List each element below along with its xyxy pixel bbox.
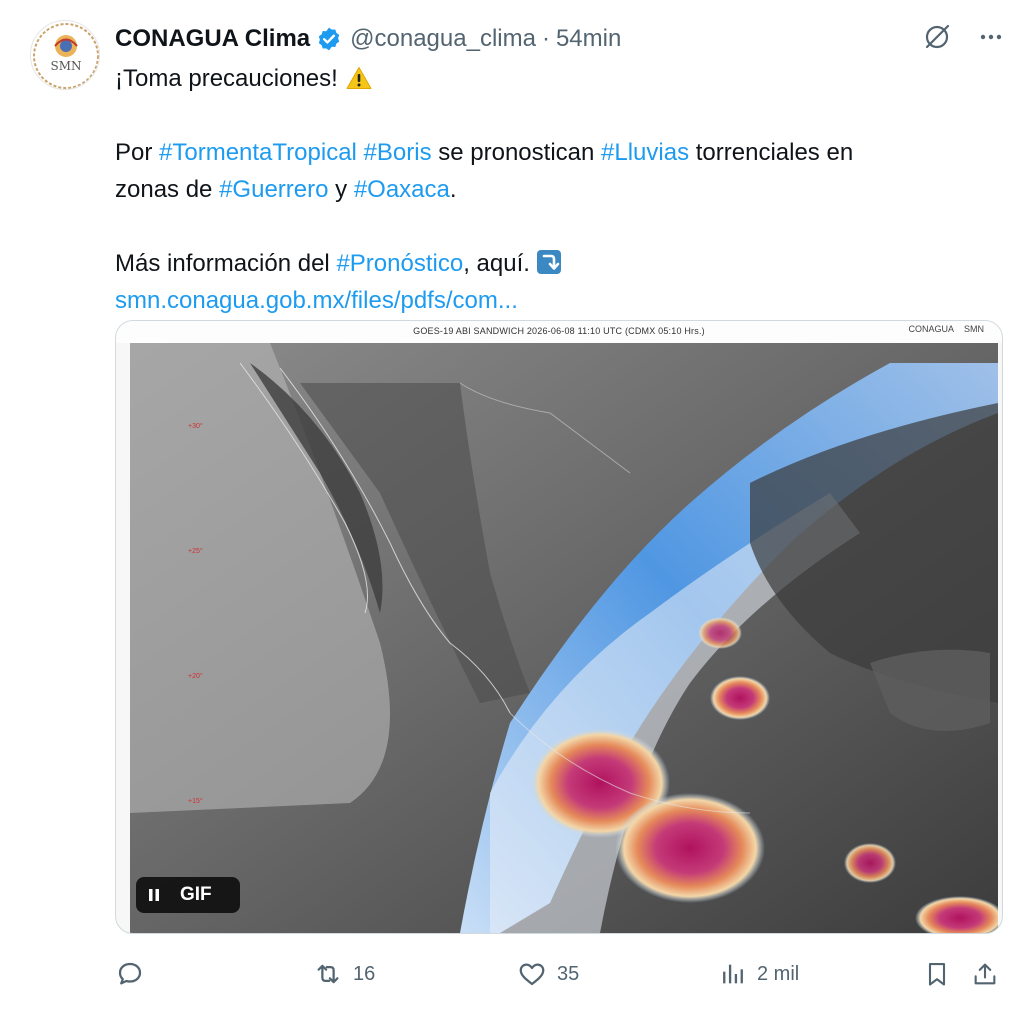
tweet-text-span: torrenciales en bbox=[689, 139, 854, 166]
tweet-line-4: Más información del #Pronóstico, aquí. bbox=[115, 245, 975, 282]
tweet-header: CONAGUA Clima @conagua_clima · 54min bbox=[115, 22, 621, 56]
satellite-gif[interactable]: GOES-19 ABI SANDWICH 2026-06-08 11:10 UT… bbox=[115, 320, 1003, 934]
views-count: 2 mil bbox=[757, 962, 800, 985]
lat-label: +25° bbox=[188, 547, 203, 555]
hashtag-boris[interactable]: #Boris bbox=[364, 139, 432, 166]
hashtag-oaxaca[interactable]: #Oaxaca bbox=[354, 176, 450, 203]
like-button[interactable]: 35 bbox=[517, 954, 579, 994]
bookmark-button[interactable] bbox=[923, 954, 951, 994]
retweet-icon bbox=[317, 964, 339, 984]
more-icon[interactable] bbox=[978, 24, 1004, 50]
verified-badge-icon bbox=[318, 27, 340, 51]
lat-label: +30° bbox=[188, 422, 203, 430]
retweet-button[interactable]: 16 bbox=[313, 954, 375, 994]
tweet-line-2: Por #TormentaTropical #Boris se pronosti… bbox=[115, 134, 975, 171]
smn-mini-logo: SMN bbox=[964, 324, 984, 334]
grok-icon[interactable] bbox=[922, 22, 952, 52]
tweet-text-span: se pronostican bbox=[431, 139, 602, 166]
pause-icon[interactable] bbox=[136, 877, 172, 913]
right-arrow-curving-down-emoji bbox=[536, 250, 561, 274]
tweet-text-span bbox=[357, 139, 364, 166]
views-button[interactable]: 2 mil bbox=[719, 954, 799, 994]
share-button[interactable] bbox=[971, 954, 999, 994]
avatar-text: SMN bbox=[50, 59, 81, 73]
gif-label: GIF bbox=[180, 884, 212, 905]
retweet-count: 16 bbox=[353, 962, 376, 985]
image-caption: GOES-19 ABI SANDWICH 2026-06-08 11:10 UT… bbox=[413, 326, 705, 336]
author-handle[interactable]: @conagua_clima bbox=[350, 25, 536, 53]
tweet-text-span: Más información del bbox=[115, 250, 337, 277]
avatar[interactable]: SMN bbox=[30, 20, 100, 90]
reply-button[interactable] bbox=[115, 954, 155, 994]
tweet-text-span: zonas de bbox=[115, 176, 220, 203]
tweet-text-span: , aquí. bbox=[463, 250, 530, 277]
share-icon bbox=[974, 963, 996, 985]
tweet-line-1: ¡Toma precauciones! bbox=[115, 60, 975, 97]
lat-label: +15° bbox=[188, 797, 203, 805]
tweet-text-span: ¡Toma precauciones! bbox=[115, 65, 338, 92]
top-actions bbox=[922, 22, 1004, 52]
tweet-text-span: y bbox=[328, 176, 354, 203]
lat-label: +20° bbox=[188, 672, 203, 680]
external-link[interactable]: smn.conagua.gob.mx/files/pdfs/com... bbox=[115, 287, 518, 314]
satellite-map: +30° +25° +20° +15° bbox=[130, 343, 998, 933]
views-icon bbox=[723, 964, 743, 984]
hashtag-lluvias[interactable]: #Lluvias bbox=[601, 139, 689, 166]
gif-control[interactable]: GIF bbox=[136, 877, 240, 913]
tweet: SMN CONAGUA Clima @conagua_clima · 54min bbox=[0, 0, 1024, 1014]
author-name[interactable]: CONAGUA Clima bbox=[115, 25, 310, 53]
image-caption-bar: GOES-19 ABI SANDWICH 2026-06-08 11:10 UT… bbox=[116, 321, 1002, 343]
bookmark-icon bbox=[928, 963, 946, 986]
smn-logo: SMN bbox=[33, 23, 99, 89]
action-bar: 16 35 2 mil bbox=[115, 954, 1005, 994]
hashtag-guerrero[interactable]: #Guerrero bbox=[219, 176, 328, 203]
separator-dot: · bbox=[541, 25, 550, 52]
tweet-text-span: . bbox=[449, 176, 457, 203]
conagua-logo: CONAGUA bbox=[908, 324, 954, 334]
reply-icon bbox=[118, 962, 142, 985]
tweet-line-5: smn.conagua.gob.mx/files/pdfs/com... bbox=[115, 282, 975, 319]
hashtag-tormentatropical[interactable]: #TormentaTropical bbox=[159, 139, 357, 166]
tweet-line-3: zonas de #Guerrero y #Oaxaca. bbox=[115, 171, 975, 208]
warning-emoji bbox=[346, 67, 372, 89]
tweet-time[interactable]: 54min bbox=[556, 25, 621, 53]
heart-icon bbox=[519, 963, 545, 986]
tweet-text: ¡Toma precauciones! Por #TormentaTropica… bbox=[115, 60, 975, 319]
image-logos: CONAGUA SMN bbox=[908, 324, 984, 334]
like-count: 35 bbox=[557, 962, 580, 985]
tweet-text-span: Por bbox=[115, 139, 160, 166]
hashtag-pronostico[interactable]: #Pronóstico bbox=[336, 250, 463, 277]
